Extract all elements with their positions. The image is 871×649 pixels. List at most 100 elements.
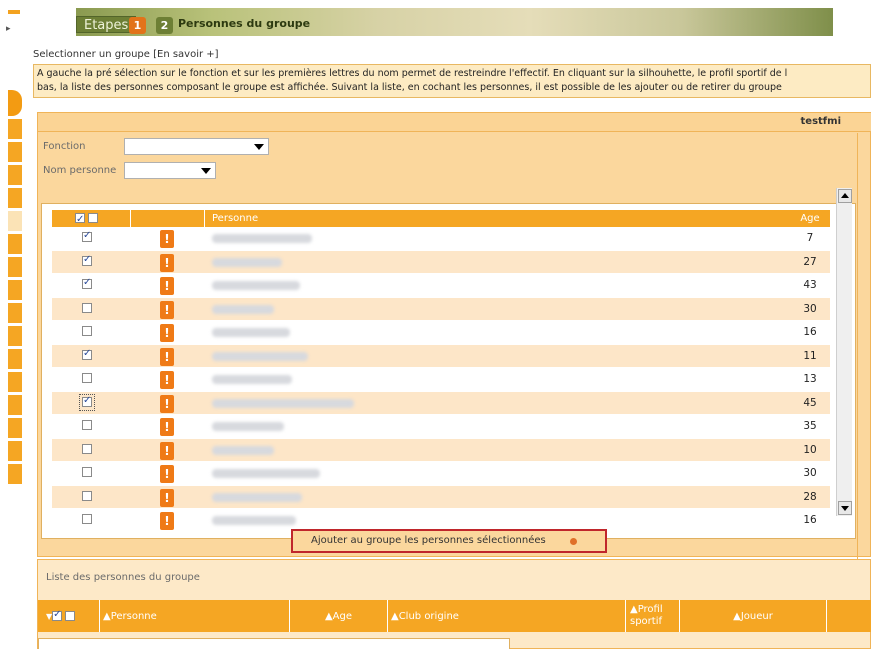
left-nav-item[interactable]	[8, 165, 22, 185]
nom-personne-dropdown[interactable]	[124, 162, 216, 179]
profile-silhouette-icon[interactable]: !	[160, 300, 174, 319]
select-all-controls	[75, 210, 99, 228]
profile-silhouette-icon[interactable]: !	[160, 230, 174, 248]
grid-rows: !7!27!43!30!16!11!13!45!35!10!30!28!16	[52, 227, 830, 533]
left-nav-item[interactable]	[8, 464, 22, 484]
person-name-redacted	[212, 398, 354, 408]
left-nav-item[interactable]	[8, 142, 22, 162]
info-line-1: A gauche la pré sélection sur le fonctio…	[37, 68, 788, 79]
add-to-group-label: Ajouter au groupe les personnes sélectio…	[311, 535, 546, 546]
table-row[interactable]: ! 10	[52, 438, 830, 462]
left-nav-item[interactable]	[8, 90, 22, 116]
scroll-up-arrow-icon[interactable]	[838, 189, 852, 203]
left-nav-item[interactable]	[8, 395, 22, 415]
row-checkbox-cell[interactable]	[82, 420, 92, 431]
person-name-redacted	[212, 257, 282, 267]
profile-silhouette-icon[interactable]: !	[160, 324, 174, 342]
row-checkbox-cell[interactable]	[79, 393, 95, 411]
list-select-all-checkbox[interactable]	[52, 609, 63, 621]
collapse-caret-icon[interactable]: ▸	[6, 24, 11, 34]
row-checkbox-cell[interactable]	[82, 443, 92, 455]
table-row[interactable]: ! 43	[52, 274, 830, 298]
row-checkbox[interactable]	[82, 420, 92, 430]
left-nav-item[interactable]	[8, 257, 22, 277]
table-row[interactable]: ! 11	[52, 344, 830, 368]
list-col-age[interactable]: ▲Age	[290, 600, 388, 632]
table-row[interactable]: ! 45	[52, 391, 830, 415]
row-checkbox-cell[interactable]	[82, 254, 92, 267]
row-checkbox[interactable]	[82, 467, 92, 477]
left-navigation-strip: ▸	[0, 0, 22, 649]
left-nav-item[interactable]	[8, 211, 22, 231]
profile-silhouette-icon[interactable]: !	[160, 253, 174, 272]
table-row[interactable]: ! 30	[52, 462, 830, 486]
table-row[interactable]: ! 16	[52, 321, 830, 345]
scroll-down-arrow-icon[interactable]	[838, 501, 852, 515]
row-checkbox[interactable]	[82, 514, 92, 524]
profile-silhouette-icon[interactable]: !	[160, 347, 174, 366]
row-checkbox[interactable]	[82, 348, 92, 360]
col-age-header[interactable]: Age	[790, 210, 830, 227]
profile-silhouette-icon[interactable]: !	[160, 488, 174, 507]
user-bar: testfmi	[38, 113, 871, 132]
fonction-dropdown[interactable]	[124, 138, 269, 155]
row-checkbox-cell[interactable]	[82, 277, 92, 290]
left-nav-item[interactable]	[8, 441, 22, 461]
grid-scrollbar[interactable]	[836, 188, 852, 516]
person-name-redacted	[212, 328, 290, 337]
col-personne-header[interactable]: Personne	[212, 210, 258, 227]
row-checkbox[interactable]	[82, 230, 92, 242]
row-checkbox-cell[interactable]	[82, 302, 92, 314]
step-2-button[interactable]: 2	[156, 17, 173, 34]
left-nav-item[interactable]	[8, 418, 22, 438]
left-nav-item[interactable]	[8, 280, 22, 300]
step-1-button[interactable]: 1	[129, 17, 146, 34]
profile-silhouette-icon[interactable]: !	[160, 394, 174, 413]
profile-silhouette-icon[interactable]: !	[160, 465, 174, 483]
row-checkbox-cell[interactable]	[82, 230, 92, 243]
profile-silhouette-icon[interactable]: !	[160, 418, 174, 436]
row-checkbox-cell[interactable]	[82, 467, 92, 478]
left-nav-item[interactable]	[8, 234, 22, 254]
table-row[interactable]: !7	[52, 227, 830, 251]
list-col-club-origine[interactable]: ▲Club origine	[388, 600, 626, 632]
en-savoir-plus-link[interactable]: [En savoir +]	[153, 49, 218, 60]
table-row[interactable]: ! 28	[52, 485, 830, 509]
left-nav-item[interactable]	[8, 303, 22, 323]
row-checkbox[interactable]	[82, 302, 92, 313]
table-row[interactable]: ! 35	[52, 415, 830, 439]
profile-silhouette-icon[interactable]: !	[160, 512, 174, 530]
row-checkbox-cell[interactable]	[82, 348, 92, 361]
add-to-group-button[interactable]: Ajouter au groupe les personnes sélectio…	[291, 529, 607, 553]
profile-silhouette-icon[interactable]: !	[160, 277, 174, 295]
group-list-panel: Liste des personnes du groupe ▼ ▲Personn…	[37, 559, 871, 649]
row-checkbox-cell[interactable]	[82, 514, 92, 525]
row-checkbox-cell[interactable]	[82, 373, 92, 384]
left-nav-item[interactable]	[8, 349, 22, 369]
left-nav-item[interactable]	[8, 372, 22, 392]
row-checkbox-cell[interactable]	[82, 326, 92, 337]
list-col-profil-sportif[interactable]: ▲Profil sportif	[626, 600, 680, 632]
row-checkbox[interactable]	[82, 277, 92, 289]
left-nav-item[interactable]	[8, 119, 22, 139]
select-all-checkbox[interactable]	[75, 211, 85, 228]
row-checkbox[interactable]	[82, 254, 92, 266]
list-col-personne[interactable]: ▲Personne	[100, 600, 290, 632]
list-deselect-all-checkbox[interactable]	[65, 611, 76, 621]
list-col-joueur[interactable]: ▲Joueur	[680, 600, 827, 632]
person-name-redacted	[212, 375, 292, 384]
profile-silhouette-icon[interactable]: !	[160, 441, 174, 460]
row-checkbox[interactable]	[82, 373, 92, 383]
row-checkbox-cell[interactable]	[82, 490, 92, 502]
row-checkbox[interactable]	[82, 326, 92, 336]
profile-silhouette-icon[interactable]: !	[160, 371, 174, 389]
left-nav-item[interactable]	[8, 188, 22, 208]
table-row[interactable]: ! 13	[52, 368, 830, 392]
left-nav-item[interactable]	[8, 326, 22, 346]
table-row[interactable]: ! 27	[52, 250, 830, 274]
row-checkbox[interactable]	[82, 443, 92, 454]
deselect-all-checkbox[interactable]	[88, 213, 99, 223]
table-row[interactable]: ! 30	[52, 297, 830, 321]
row-checkbox[interactable]	[82, 395, 92, 407]
row-checkbox[interactable]	[82, 490, 92, 501]
